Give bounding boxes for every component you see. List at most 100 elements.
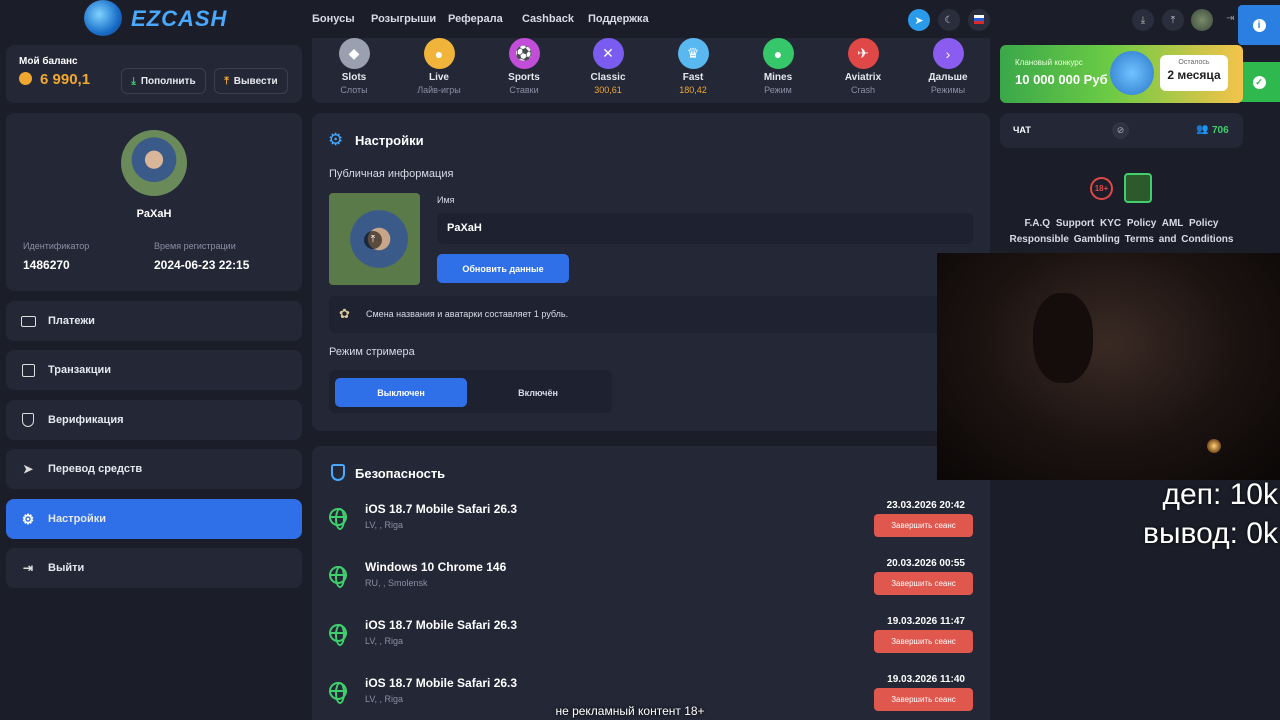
game-name: Aviatrix (844, 72, 882, 83)
chevron-right-icon: › (932, 38, 964, 69)
menu-logout[interactable]: ⇥ Выйти (6, 548, 302, 588)
reg-label: Время регистрации (154, 241, 236, 251)
game-classic[interactable]: ✕ Classic 300,61 (578, 38, 638, 95)
globe-icon (329, 508, 347, 530)
terms-link[interactable]: Terms and Conditions (1125, 234, 1234, 245)
game-slots[interactable]: ◆ Slots Слоты (324, 38, 384, 95)
game-дальше[interactable]: › Дальше Режимы (918, 38, 978, 95)
nav-cashback[interactable]: Cashback (522, 13, 574, 25)
deposit-button[interactable]: ⤓ Пополнить (121, 68, 206, 94)
game-name: Slots (341, 72, 367, 83)
classic-icon: ✕ (592, 38, 624, 69)
nav-support[interactable]: Поддержка (588, 13, 649, 25)
session-row: iOS 18.7 Mobile Safari 26.3 LV, , Riga 19.… (329, 614, 975, 660)
user-avatar[interactable] (1191, 9, 1213, 31)
nav-giveaways[interactable]: Розыгрыши (371, 13, 436, 25)
online-count: 706 (1212, 125, 1229, 136)
game-subtitle: Crash (850, 85, 875, 95)
settings-card: ⚙ Настройки Публичная информация ⤒ Имя P… (312, 113, 990, 431)
game-name: Mines (763, 72, 793, 83)
balance-label: Мой баланс (19, 56, 78, 67)
faq-link[interactable]: F.A.Q (1025, 218, 1051, 229)
promo-timer: Осталось 2 месяца (1160, 55, 1228, 91)
logout-icon[interactable]: ⇥ (1226, 13, 1234, 24)
gear-icon: ⚙ (328, 130, 344, 149)
aml-policy-link[interactable]: AML Policy (1162, 218, 1219, 229)
language-flag-icon[interactable] (968, 9, 990, 31)
end-session-button[interactable]: Завершить сеанс (874, 572, 973, 595)
nav-referral[interactable]: Реферала (448, 13, 503, 25)
nav-bonuses[interactable]: Бонусы (312, 13, 355, 25)
game-sports[interactable]: ⚽ Sports Ставки (494, 38, 554, 95)
promo-amount: 10 000 000 Руб (1015, 72, 1108, 87)
clan-contest-banner[interactable]: Клановый конкурс 10 000 000 Руб Осталось… (1000, 45, 1243, 103)
age-18-badge: 18+ (1090, 177, 1113, 200)
streamer-on-button[interactable]: Включён (471, 378, 605, 407)
upload-icon[interactable]: ⤒ (1162, 9, 1184, 31)
streamer-off-button[interactable]: Выключен (335, 378, 467, 407)
menu-payments[interactable]: Платежи (6, 301, 302, 341)
session-date: 19.03.2026 11:40 (887, 674, 965, 685)
gear-icon: ⚙ (21, 510, 35, 527)
fast-icon: ♛ (677, 38, 709, 69)
menu-transfer[interactable]: ➤ Перевод средств (6, 449, 302, 489)
update-data-button[interactable]: Обновить данные (437, 254, 569, 283)
end-session-button[interactable]: Завершить сеанс (874, 514, 973, 537)
theme-moon-icon[interactable]: ☾ (938, 9, 960, 31)
game-name: Дальше (928, 72, 968, 83)
game-mines[interactable]: ● Mines Режим (748, 38, 808, 95)
live-icon: ● (423, 38, 455, 69)
telegram-icon[interactable]: ➤ (908, 9, 930, 31)
support-link[interactable]: Support (1056, 218, 1094, 229)
game-subtitle: Режимы (930, 85, 966, 95)
footer-links-row2: Responsible Gambling Terms and Condition… (1000, 234, 1243, 245)
responsible-gambling-link[interactable]: Responsible Gambling (1010, 234, 1120, 245)
game-fast[interactable]: ♛ Fast 180,42 (663, 38, 723, 95)
upload-icon: ⤒ (364, 231, 382, 249)
game-subtitle: Режим (764, 85, 792, 95)
promo-title: Клановый конкурс (1015, 58, 1083, 67)
game-name: Classic (590, 72, 626, 83)
kyc-policy-link[interactable]: KYC Policy (1100, 218, 1156, 229)
withdraw-button[interactable]: ⤒ Вывести (214, 68, 288, 94)
id-label: Идентификатор (23, 241, 90, 251)
menu-transactions[interactable]: Транзакции (6, 350, 302, 390)
game-live[interactable]: ● Live Лайв-игры (409, 38, 469, 95)
menu-verification[interactable]: Верификация (6, 400, 302, 440)
download-icon[interactable]: ⤓ (1132, 9, 1154, 31)
info-toast[interactable]: i (1238, 5, 1280, 45)
deposit-icon: ⤓ (131, 75, 136, 87)
disclaimer-caption: не рекламный контент 18+ (555, 704, 705, 718)
success-toast[interactable]: ✓ (1238, 62, 1280, 102)
chat-label: ЧАТ (1013, 125, 1031, 135)
session-location: RU, , Smolensk (365, 578, 428, 588)
name-input[interactable]: PaXaH (437, 213, 973, 244)
candle-light (1207, 439, 1221, 453)
footer-links-row1: F.A.Q Support KYC Policy AML Policy (1000, 218, 1243, 229)
ezcash-logo-icon[interactable] (84, 0, 122, 36)
game-aviatrix[interactable]: ✈ Aviatrix Crash (833, 38, 893, 95)
session-date: 20.03.2026 00:55 (886, 558, 965, 569)
ezcash-logo[interactable]: EZCASH (131, 6, 227, 32)
eye-off-icon[interactable]: ⊘ (1112, 122, 1129, 139)
game-subtitle: Ставки (509, 85, 539, 95)
game-subtitle: 180,42 (679, 85, 707, 95)
withdraw-icon: ⤒ (224, 75, 229, 87)
public-info-label: Публичная информация (329, 168, 454, 180)
game-name: Sports (508, 72, 540, 83)
session-location: LV, , Riga (365, 636, 404, 646)
avatar-upload[interactable]: ⤒ (329, 193, 420, 285)
session-location: LV, , Riga (365, 520, 404, 530)
aviatrix-icon: ✈ (847, 38, 879, 69)
game-subtitle: Слоты (340, 85, 368, 95)
game-subtitle: 300,61 (594, 85, 622, 95)
game-name: Fast (682, 72, 704, 83)
menu-settings[interactable]: ⚙ Настройки (6, 499, 302, 539)
check-icon: ✓ (1252, 75, 1266, 89)
session-device: iOS 18.7 Mobile Safari 26.3 (365, 502, 518, 516)
webcam-overlay (937, 253, 1280, 480)
deposit-overlay-text: деп: 10k (1162, 478, 1278, 511)
balance-amount: 6 990,1 (40, 71, 91, 88)
end-session-button[interactable]: Завершить сеанс (874, 630, 973, 653)
shark-mascot-icon (1110, 51, 1154, 95)
